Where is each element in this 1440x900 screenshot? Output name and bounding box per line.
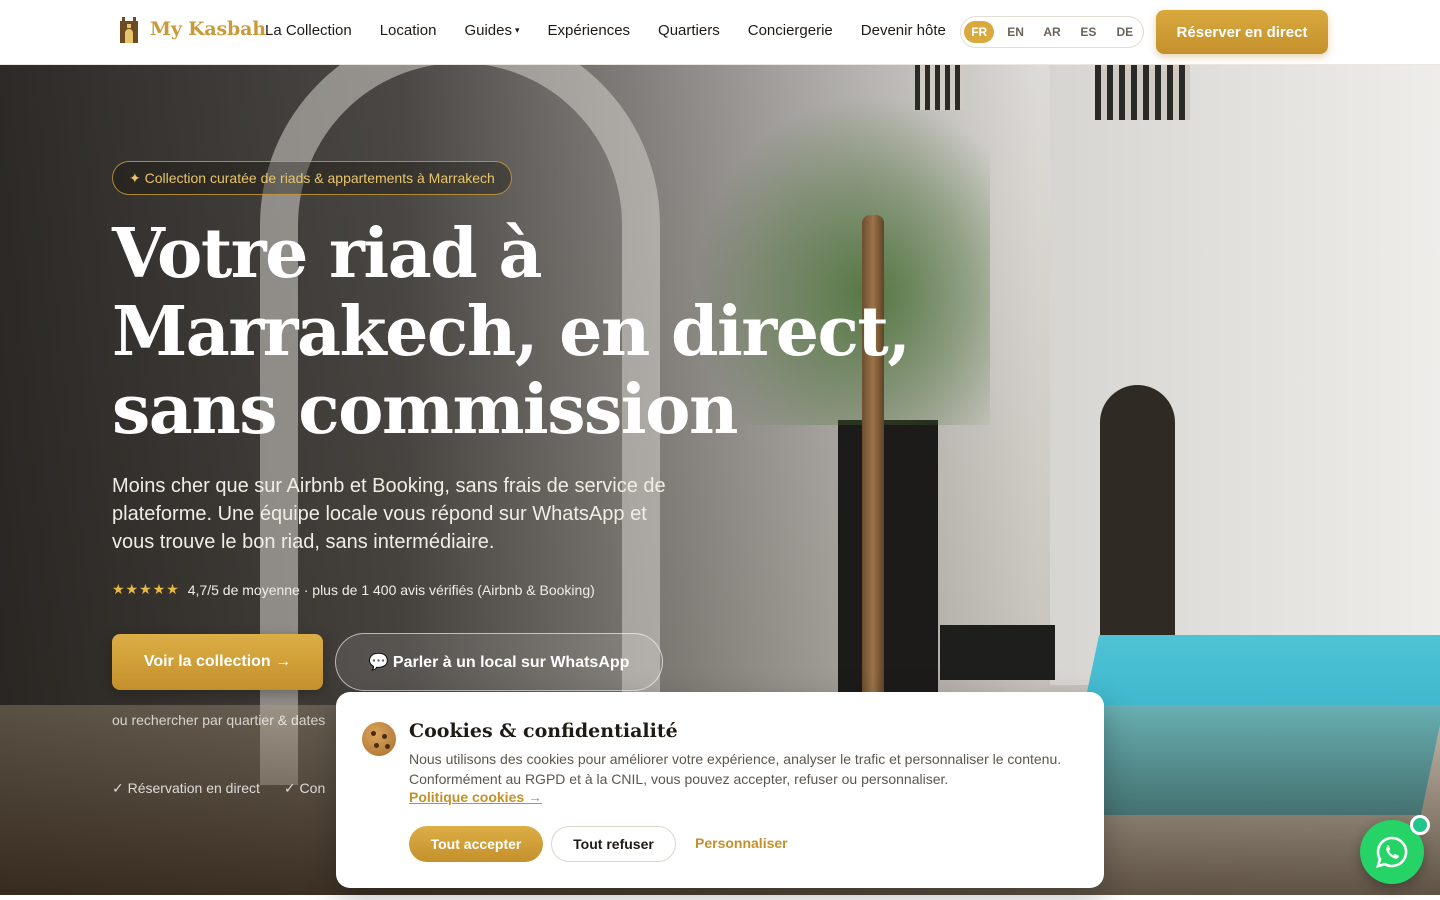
language-switcher: FR EN AR ES DE <box>960 16 1144 48</box>
hero-title: Votre riad à Marrakech, en direct, sans … <box>112 214 911 450</box>
online-status-dot <box>1410 815 1430 835</box>
trust-checks: ✓ Réservation en direct ✓ Con <box>112 780 325 797</box>
cookie-policy-link[interactable]: Politique cookies → <box>409 789 542 805</box>
lang-fr[interactable]: FR <box>964 21 995 43</box>
search-by-neighborhood-link[interactable]: ou rechercher par quartier & dates <box>112 712 325 728</box>
lang-de[interactable]: DE <box>1110 21 1140 43</box>
check-item: ✓ Con <box>283 780 326 796</box>
customize-cookies-button[interactable]: Personnaliser <box>695 835 788 851</box>
nav-item-conciergerie[interactable]: Conciergerie <box>748 22 833 39</box>
whatsapp-icon <box>1376 836 1408 868</box>
nav-item-guides[interactable]: Guides ▾ <box>464 22 519 39</box>
whatsapp-chat-button[interactable]: 💬 Parler à un local sur WhatsApp <box>335 633 663 691</box>
lang-es[interactable]: ES <box>1073 21 1103 43</box>
brand-logo[interactable]: My Kasbah <box>118 15 266 43</box>
cookie-icon <box>362 722 396 756</box>
nav-item-location[interactable]: Location <box>380 22 437 39</box>
refuse-all-cookies-button[interactable]: Tout refuser <box>551 826 676 862</box>
site-header: My Kasbah La Collection Location Guides ▾… <box>0 0 1440 65</box>
main-nav: La Collection Location Guides ▾ Expérienc… <box>265 22 946 39</box>
accept-all-cookies-button[interactable]: Tout accepter <box>409 826 543 862</box>
hero-badge: ✦ Collection curatée de riads & appartem… <box>112 161 512 195</box>
star-rating-icon: ★★★★★ <box>112 581 180 597</box>
hero-subtitle: Moins cher que sur Airbnb et Booking, sa… <box>112 475 666 553</box>
lang-ar[interactable]: AR <box>1037 21 1067 43</box>
cookie-banner: Cookies & confidentialité Nous utilisons… <box>336 692 1104 888</box>
hero-photo-window <box>1095 65 1190 120</box>
nav-item-devenir-hote[interactable]: Devenir hôte <box>861 22 946 39</box>
rating-summary: ★★★★★ 4,7/5 de moyenne · plus de 1 400 a… <box>112 581 595 598</box>
nav-item-experiences[interactable]: Expériences <box>548 22 631 39</box>
book-direct-button[interactable]: Réserver en direct <box>1156 10 1328 54</box>
hero-photo-doorway <box>1100 385 1175 655</box>
chevron-down-icon: ▾ <box>514 25 520 35</box>
cookie-description: Nous utilisons des cookies pour améliore… <box>409 751 1062 787</box>
kasbah-logo-icon <box>120 17 138 43</box>
hero-photo-planter <box>940 625 1055 680</box>
check-item: ✓ Réservation en direct <box>112 780 260 796</box>
cookie-title: Cookies & confidentialité <box>409 720 678 742</box>
brand-name: My Kasbah <box>150 18 266 40</box>
view-collection-button[interactable]: Voir la collection → <box>112 634 323 690</box>
hero-photo-door <box>838 420 938 710</box>
nav-item-guides-label: Guides <box>464 22 512 39</box>
rating-text: 4,7/5 de moyenne · plus de 1 400 avis vé… <box>187 581 595 598</box>
lang-en[interactable]: EN <box>1000 21 1030 43</box>
nav-item-quartiers[interactable]: Quartiers <box>658 22 720 39</box>
nav-item-collection[interactable]: La Collection <box>265 22 352 39</box>
